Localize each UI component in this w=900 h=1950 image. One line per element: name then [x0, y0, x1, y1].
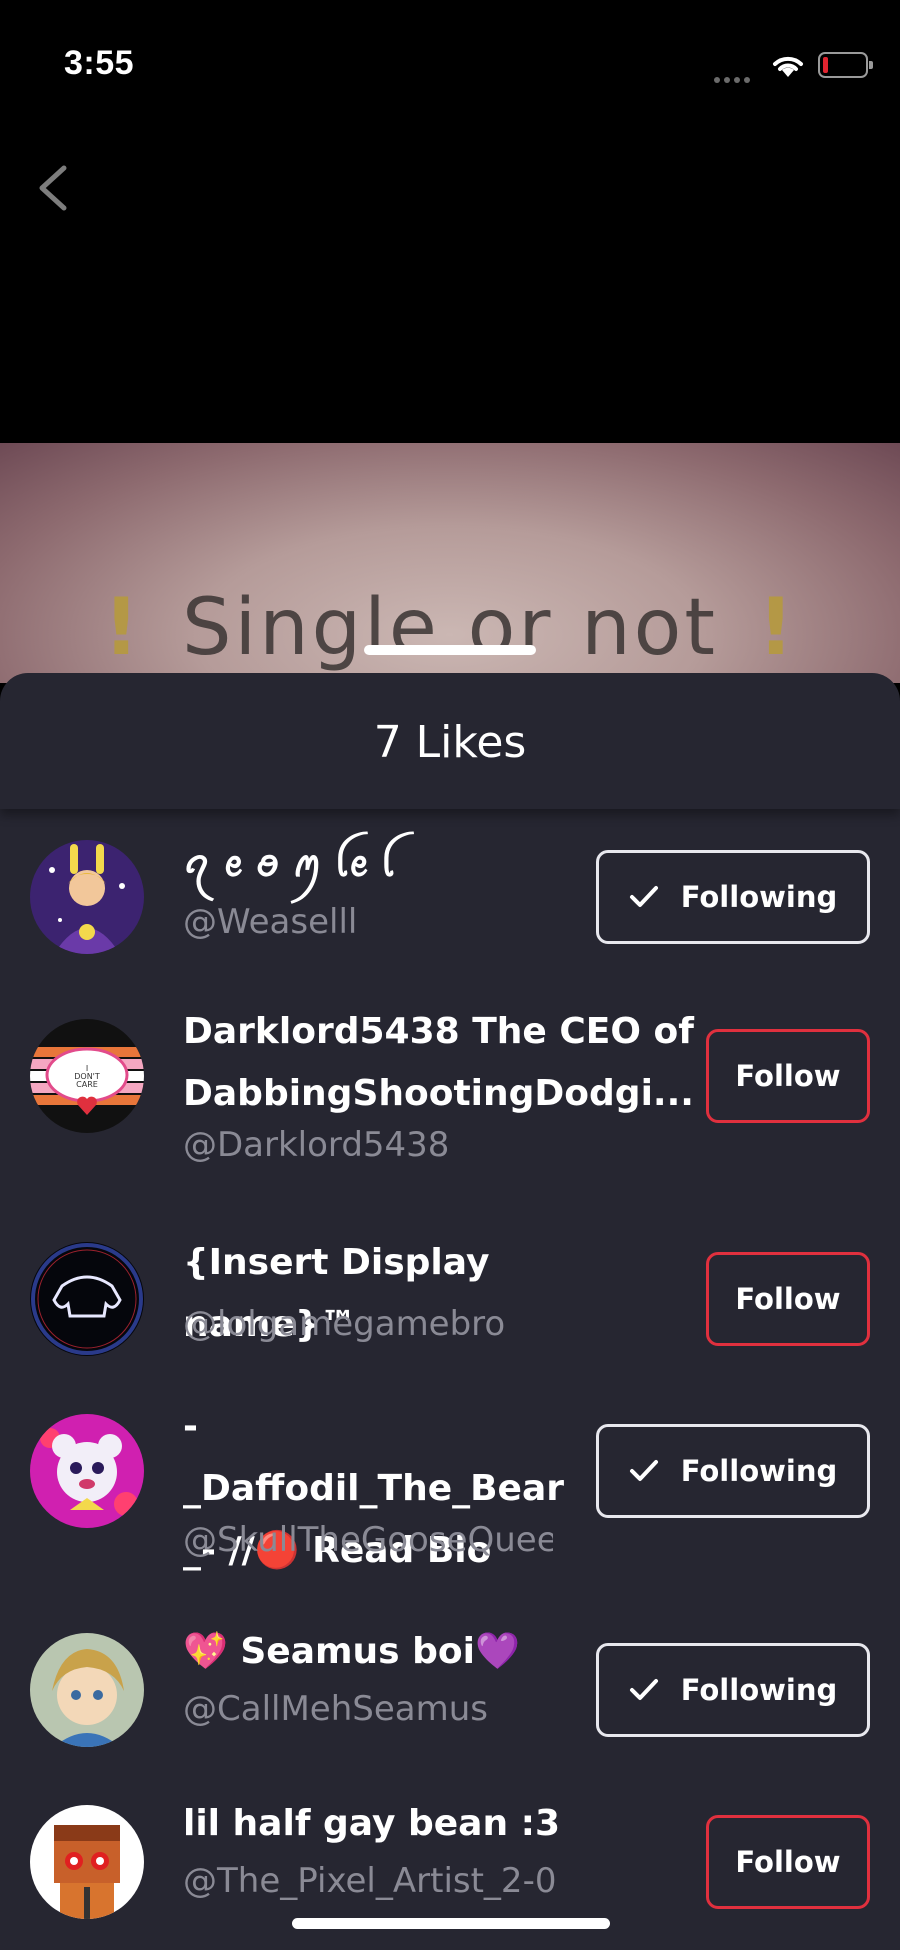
check-icon — [629, 886, 658, 907]
status-time: 3:55 — [64, 44, 135, 82]
user-display-name: Darklord5438 The CEO of DabbingShootingD… — [183, 1011, 694, 1114]
likes-sheet: 7 Likes ꪖ ꫀ ꪮ ꪑ ꪶꫀ ꪶ @Weaselll Following — [0, 673, 900, 1950]
avatar[interactable] — [30, 1633, 144, 1747]
home-indicator — [292, 1918, 610, 1929]
user-handle: @Darklord5438 — [183, 1125, 450, 1165]
follow-button[interactable]: Follow — [706, 1029, 870, 1123]
user-display-name: ꪖ ꫀ ꪮ ꪑ ꪶꫀ ꪶ — [183, 844, 395, 885]
video-overlay-text: ! Single or not! — [0, 583, 900, 673]
user-handle: @CallMehSeamus — [183, 1689, 488, 1729]
user-display-name: lil half gay bean :3 — [183, 1803, 561, 1844]
battery-icon — [818, 52, 873, 78]
following-label: Following — [680, 880, 838, 914]
cellular-signal-icon — [714, 70, 758, 83]
user-handle: @lolgamegamebro — [183, 1304, 506, 1344]
following-button[interactable]: Following — [596, 1424, 870, 1518]
following-button[interactable]: Following — [596, 1643, 870, 1737]
wifi-icon — [773, 56, 803, 77]
check-icon — [629, 1679, 658, 1700]
likes-count-title: 7 Likes — [373, 717, 527, 768]
follow-button[interactable]: Follow — [706, 1815, 870, 1909]
sheet-header: 7 Likes — [0, 673, 900, 809]
avatar[interactable] — [30, 1805, 144, 1919]
video-caption: Single or not — [182, 583, 718, 673]
following-button[interactable]: Following — [596, 850, 870, 944]
follow-button[interactable]: Follow — [706, 1252, 870, 1346]
warning-glyph: ! — [103, 583, 143, 673]
user-display-name: 💖 Seamus boi💜 — [183, 1631, 520, 1672]
warning-glyph: ! — [757, 583, 797, 673]
avatar[interactable] — [30, 840, 144, 954]
back-chevron-icon[interactable] — [30, 158, 74, 218]
svg-text:CARE: CARE — [76, 1080, 98, 1089]
check-icon — [629, 1460, 658, 1481]
following-label: Following — [680, 1454, 838, 1488]
user-handle: @Weaselll — [183, 902, 358, 942]
avatar[interactable] — [30, 1414, 144, 1528]
following-label: Following — [680, 1673, 838, 1707]
avatar[interactable] — [30, 1242, 144, 1356]
user-handle: @SkullTheGooseQuee — [183, 1520, 553, 1560]
user-handle: @The_Pixel_Artist_2-0 — [183, 1861, 557, 1901]
sheet-drag-handle[interactable] — [364, 645, 536, 655]
status-bar: 3:55 — [0, 0, 900, 130]
avatar[interactable]: I DON'T CARE — [30, 1019, 144, 1133]
